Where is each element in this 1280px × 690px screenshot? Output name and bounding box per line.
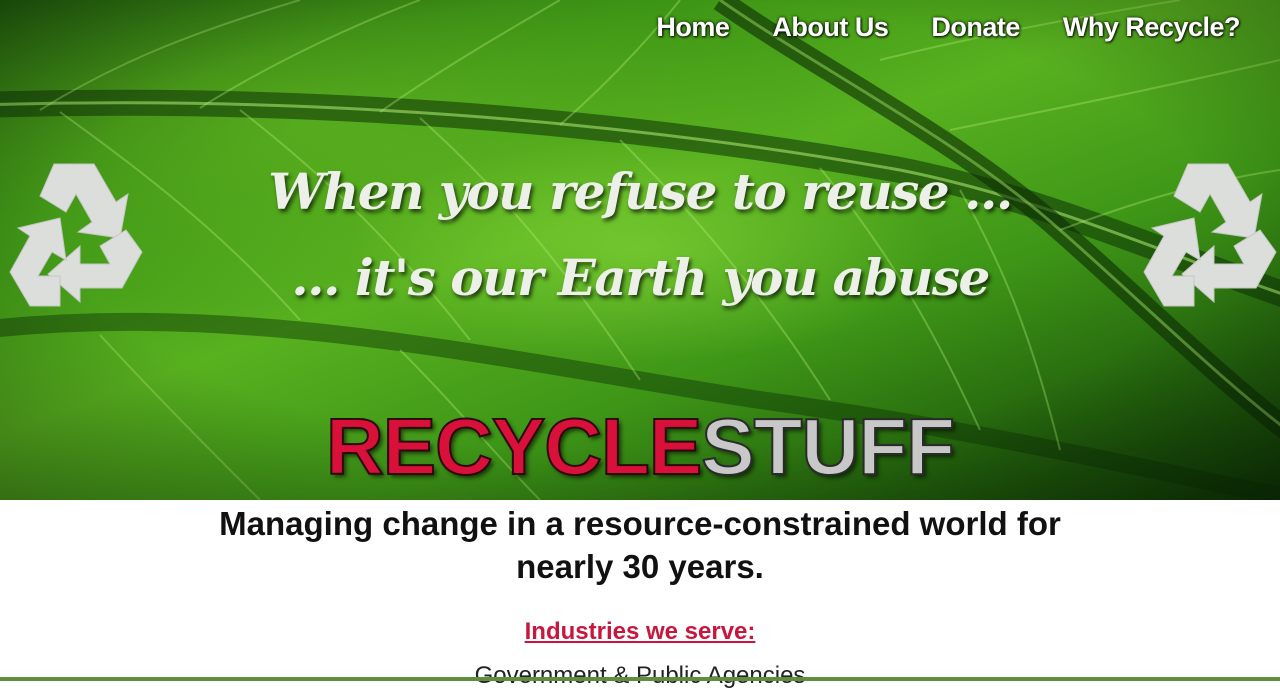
nav-why-recycle[interactable]: Why Recycle?: [1063, 10, 1241, 45]
brand-logo-stuff: STUFF: [700, 401, 956, 492]
industry-item: Government & Public Agencies: [474, 662, 806, 689]
main-nav: Home About Us Donate Why Recycle?: [613, 10, 1240, 45]
slogan-line-1: When you refuse to reuse ...: [268, 162, 1013, 221]
hero-banner: Home About Us Donate Why Recycle? When y…: [0, 0, 1280, 500]
nav-about-us[interactable]: About Us: [772, 10, 888, 45]
nav-home[interactable]: Home: [656, 10, 730, 45]
industries-heading: Industries we serve:: [524, 618, 756, 645]
page-tagline: Managing change in a resource-constraine…: [219, 505, 1061, 585]
nav-donate[interactable]: Donate: [931, 10, 1020, 45]
brand-logo: RECYCLESTUFF: [0, 401, 1280, 492]
bottom-bar: [0, 677, 1280, 681]
slogan-line-2: ... it's our Earth you abuse: [291, 248, 990, 307]
brand-logo-recycle: RECYCLE: [325, 401, 703, 492]
